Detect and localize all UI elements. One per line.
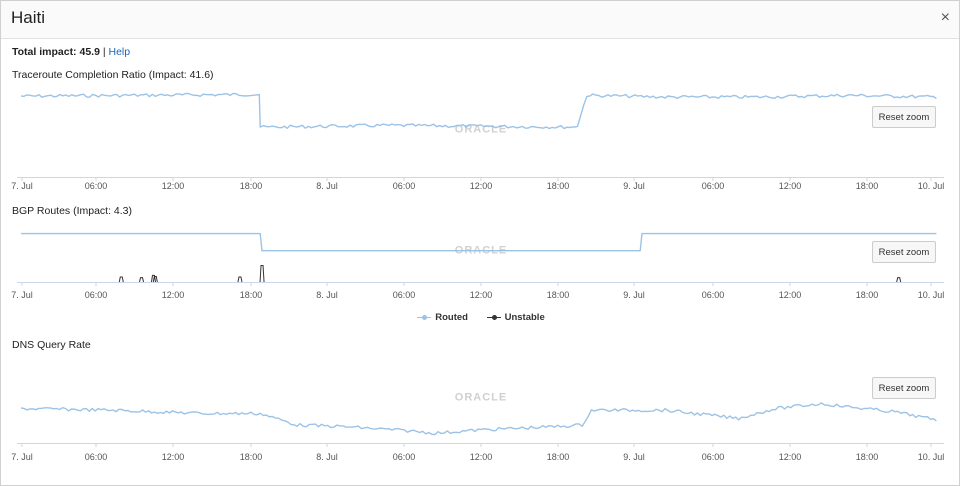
x-axis-tick-label: 06:00 [702,452,725,462]
legend-unstable[interactable]: Unstable [486,312,545,323]
legend-routed-symbol [417,314,432,322]
traceroute-chart-title: Traceroute Completion Ratio (Impact: 41.… [12,69,214,81]
x-axis-tick-label: 18:00 [547,290,570,300]
legend-routed[interactable]: Routed [417,312,468,323]
x-axis-tick-label: 12:00 [470,290,493,300]
x-axis-tick-label: 06:00 [393,290,416,300]
x-axis-tick-label: 9. Jul [623,181,645,191]
oracle-watermark: ORACLE [455,391,507,403]
x-axis-tick-label: 06:00 [393,452,416,462]
x-axis-tick-label: 06:00 [85,452,108,462]
x-axis-tick-label: 18:00 [240,452,263,462]
x-axis-tick-label: 8. Jul [316,181,338,191]
x-axis-tick-label: 12:00 [779,290,802,300]
bgp-chart-title: BGP Routes (Impact: 4.3) [12,205,133,217]
x-axis-tick-label: 10. Jul [918,181,945,191]
x-axis-tick-label: 12:00 [162,290,185,300]
traceroute-reset-zoom-button[interactable]: Reset zoom [872,106,936,128]
x-axis-tick-label: 06:00 [393,181,416,191]
x-axis-tick-label: 18:00 [547,452,570,462]
x-axis-tick-label: 7. Jul [11,290,33,300]
x-axis-tick-label: 7. Jul [11,181,33,191]
dns-series-line[interactable] [20,402,937,436]
x-axis-tick-label: 18:00 [856,181,879,191]
x-axis-tick-label: 12:00 [162,452,185,462]
dns-reset-zoom-button[interactable]: Reset zoom [872,377,936,399]
x-axis-tick-label: 18:00 [240,181,263,191]
x-axis-tick-label: 12:00 [779,452,802,462]
dns-chart[interactable]: ORACLE 7. Jul 06:00 12:00 18:00 8. Jul 06:00 12… [1,361,960,466]
x-axis-tick-label: 9. Jul [623,290,645,300]
unstable-spike[interactable] [139,277,145,283]
x-axis-tick-label: 18:00 [856,452,879,462]
legend-unstable-symbol [486,314,501,322]
unstable-spike[interactable] [237,276,243,283]
impact-summary: Total impact: 45.9 | Help [12,46,130,58]
unstable-spike[interactable] [118,276,124,283]
dns-chart-title: DNS Query Rate [12,339,91,351]
x-axis-tick-label: 18:00 [856,290,879,300]
bgp-legend: Routed Unstable [1,312,960,325]
dialog-header: Haiti × [1,1,959,39]
x-axis-tick-label: 12:00 [470,181,493,191]
bgp-reset-zoom-button[interactable]: Reset zoom [872,241,936,263]
total-impact: Total impact: 45.9 [12,46,100,58]
x-axis-tick-label: 10. Jul [918,290,945,300]
legend-routed-label: Routed [435,312,468,323]
x-axis-tick-label: 8. Jul [316,452,338,462]
x-axis-tick-label: 12:00 [162,181,185,191]
country-impact-dialog: Haiti × Total impact: 45.9 | Help Tracer… [0,0,960,486]
unstable-spike[interactable] [259,265,265,283]
x-axis-tick-label: 06:00 [85,290,108,300]
impact-separator: | [102,46,106,58]
traceroute-chart[interactable]: ORACLE7. Jul 06:00 12:00 18:00 8. Jul 06:00 12… [1,92,960,195]
x-axis-tick-label: 9. Jul [623,452,645,462]
bgp-chart[interactable]: ORACLE7. Jul 06:00 12:00 18:00 8. Jul 06:00 12… [1,227,960,307]
x-axis-tick-label: 7. Jul [11,452,33,462]
x-axis-tick-label: 18:00 [547,181,570,191]
help-link[interactable]: Help [109,46,131,58]
x-axis-tick-label: 12:00 [779,181,802,191]
x-axis-tick-label: 06:00 [702,181,725,191]
unstable-spike[interactable] [896,277,902,283]
x-axis-tick-label: 12:00 [470,452,493,462]
x-axis-tick-label: 06:00 [702,290,725,300]
x-axis-tick-label: 18:00 [240,290,263,300]
x-axis-tick-label: 8. Jul [316,290,338,300]
legend-unstable-label: Unstable [504,312,545,323]
x-axis-tick-label: 10. Jul [918,452,945,462]
close-icon[interactable]: × [941,10,950,26]
x-axis-tick-label: 06:00 [85,181,108,191]
dialog-title: Haiti [11,8,46,27]
